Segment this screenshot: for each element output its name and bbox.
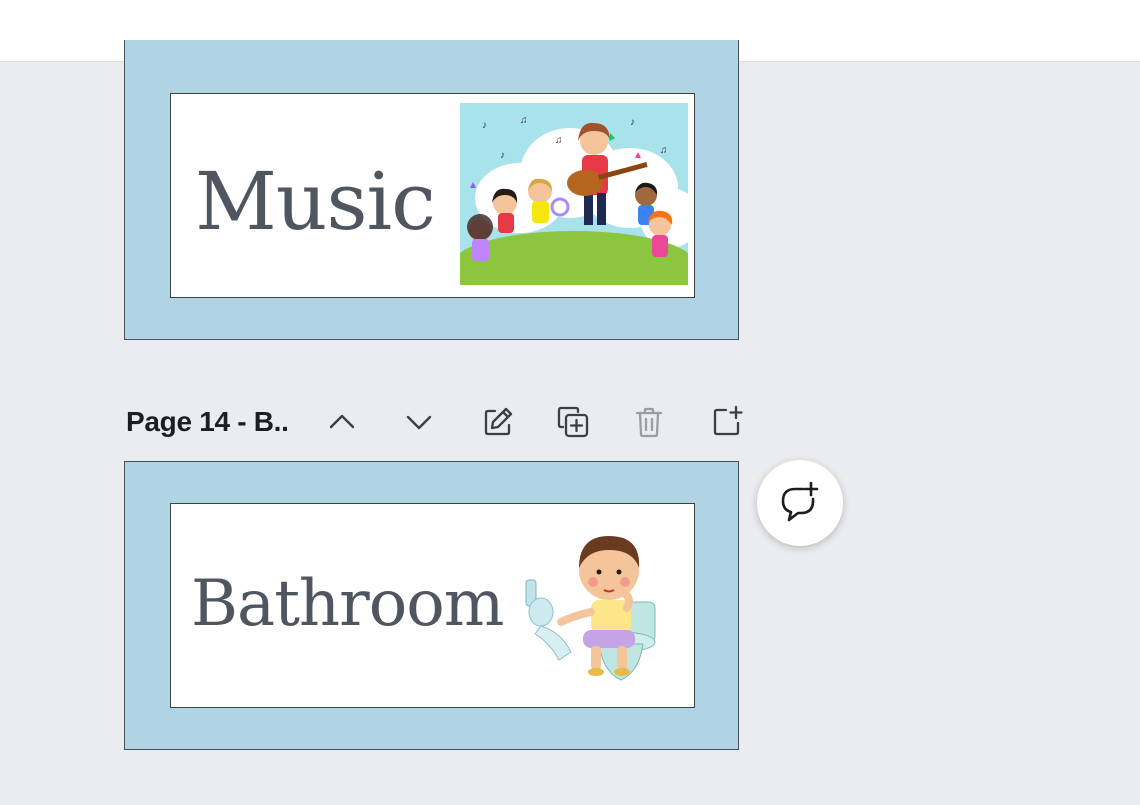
duplicate-page-icon: [557, 406, 589, 438]
add-page-button[interactable]: [709, 402, 745, 442]
card-inner-panel: Bathroom: [170, 503, 695, 708]
page-card-bathroom[interactable]: Bathroom: [124, 461, 739, 750]
edit-title-icon: [484, 407, 513, 436]
svg-text:♫: ♫: [555, 135, 563, 146]
svg-text:♪: ♪: [482, 120, 487, 131]
child-on-toilet-illustration[interactable]: [521, 522, 671, 682]
delete-page-button[interactable]: [631, 402, 667, 442]
page-title-label[interactable]: Page 14 - B..: [126, 406, 289, 438]
svg-text:♪: ♪: [630, 117, 635, 128]
page-toolbar: Page 14 - B..: [126, 398, 746, 448]
card-inner-panel: Music ♪ ♫ ♪ ♫ ♪ ♫: [170, 93, 695, 298]
chevron-down-icon: [406, 415, 432, 430]
trash-icon: [635, 407, 663, 438]
svg-text:♫: ♫: [520, 115, 528, 126]
card-word-bathroom: Bathroom: [191, 567, 504, 641]
move-page-up-button[interactable]: [324, 402, 360, 442]
svg-text:♫: ♫: [660, 145, 668, 156]
add-comment-icon: [781, 481, 819, 522]
add-page-icon: [713, 405, 743, 436]
svg-text:♪: ♪: [500, 150, 505, 161]
move-page-down-button[interactable]: [401, 402, 437, 442]
card-word-music: Music: [195, 155, 436, 248]
children-music-circle-illustration[interactable]: ♪ ♫ ♪ ♫ ♪ ♫: [460, 103, 688, 285]
add-comment-button[interactable]: [757, 460, 843, 546]
chevron-up-icon: [329, 414, 355, 429]
page-card-music[interactable]: Music ♪ ♫ ♪ ♫ ♪ ♫: [124, 40, 739, 340]
duplicate-page-button[interactable]: [555, 402, 591, 442]
edit-page-title-button[interactable]: [480, 402, 516, 442]
